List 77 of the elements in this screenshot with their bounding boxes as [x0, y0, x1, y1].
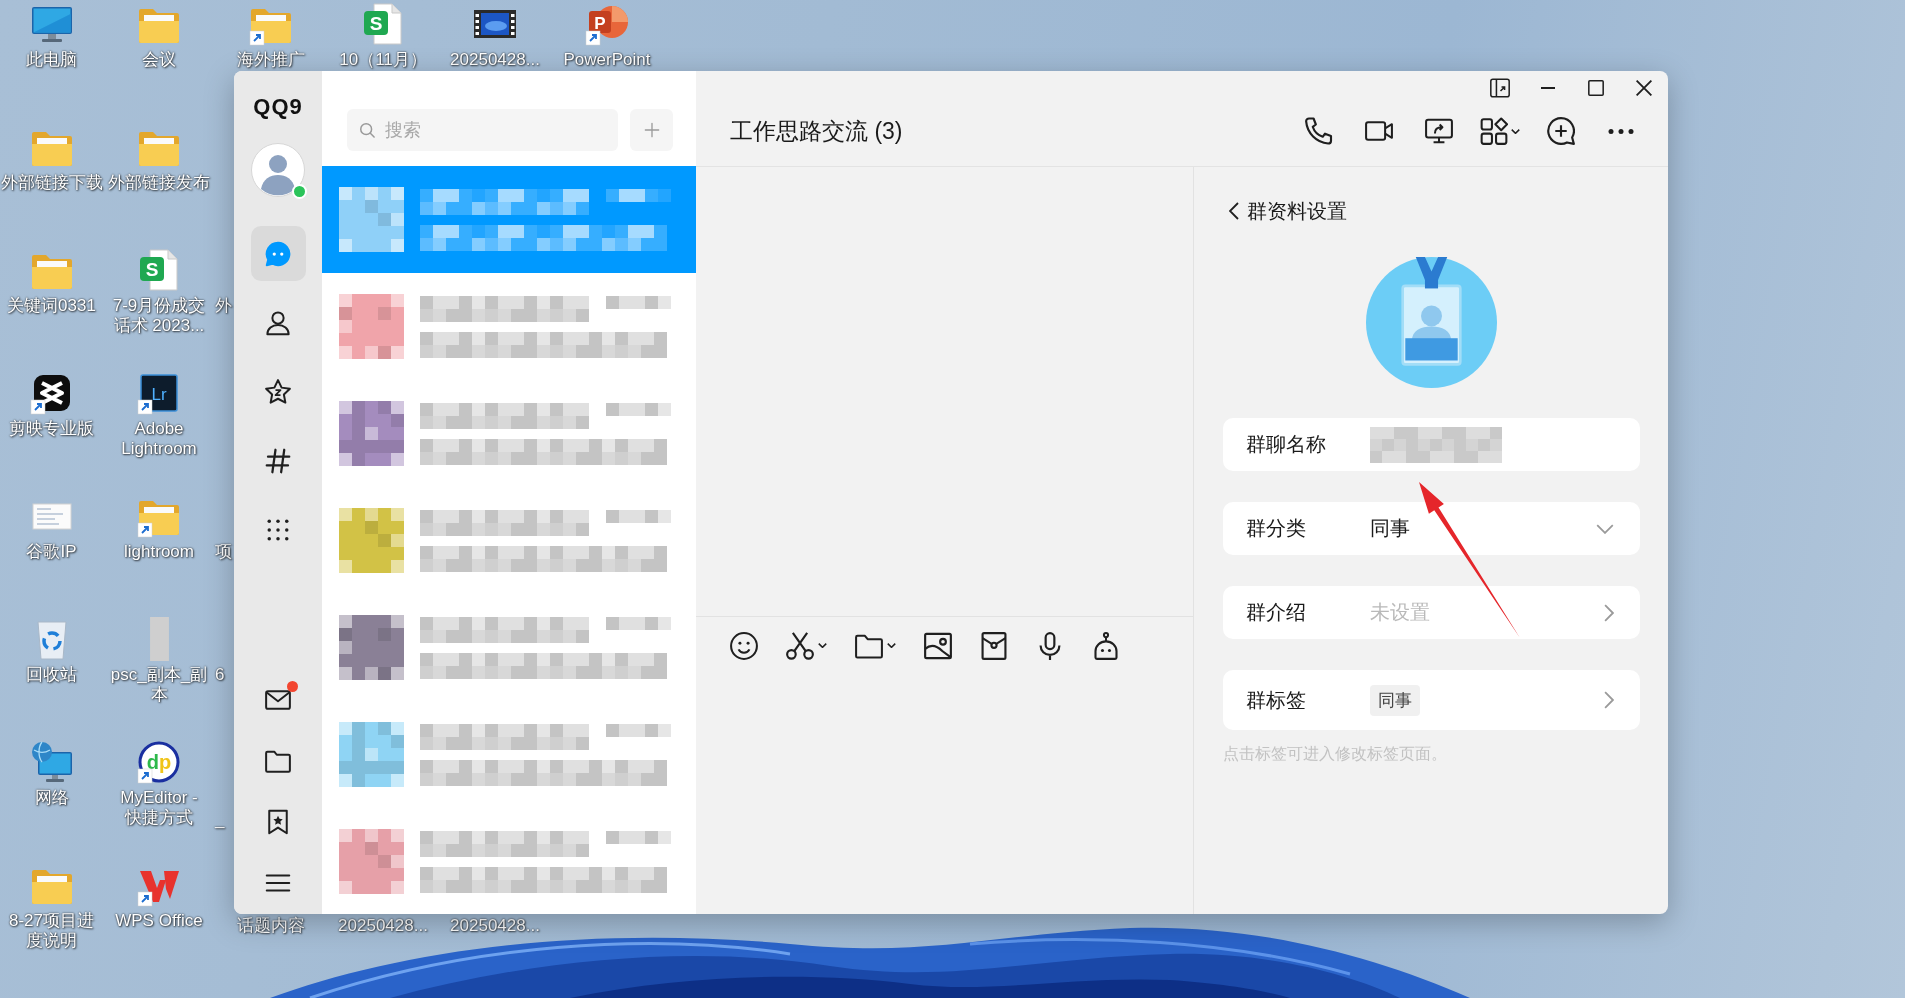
app-logo-icon[interactable]: Lr — [137, 371, 181, 415]
desktop-icon-label[interactable]: 此电脑 — [26, 50, 77, 70]
chevron-right-icon — [1604, 603, 1614, 622]
settings-row[interactable]: 群标签 同事 — [1223, 670, 1640, 730]
close-icon — [1636, 80, 1652, 96]
desktop-icon-label[interactable]: 项 — [215, 542, 232, 562]
pixelated-text — [606, 723, 671, 737]
desktop-icon-label[interactable]: 10（11月） — [339, 50, 427, 70]
add-chat-icon — [1547, 117, 1575, 145]
network-icon[interactable] — [29, 740, 74, 784]
settings-row-label: 群标签 — [1246, 687, 1307, 713]
screen-share-icon — [1425, 117, 1453, 145]
tag-chip[interactable]: 同事 — [1370, 684, 1420, 716]
desktop-icon-label[interactable]: 7-9月份成交 话术 2023... — [112, 296, 206, 336]
desktop-icon-label[interactable]: PowerPoint — [563, 50, 651, 70]
pixelated-text — [606, 402, 671, 416]
microphone-icon — [1036, 631, 1064, 660]
desktop-icon-label[interactable]: 6 — [215, 665, 225, 685]
user-avatar[interactable] — [251, 143, 305, 197]
pixelated-text — [606, 188, 671, 202]
desktop-icon-label[interactable]: 外 — [215, 296, 232, 316]
desktop-icon-label[interactable]: psc_副本_副 本 — [110, 665, 208, 705]
caret-icon — [1511, 128, 1520, 134]
pixelated-text — [606, 295, 671, 309]
money-envelope-icon — [980, 631, 1008, 660]
apps-grid-icon — [1480, 117, 1508, 145]
maximize-icon — [1588, 80, 1604, 96]
settings-row[interactable]: 群介绍 未设置 — [1223, 586, 1640, 639]
desktop-icon-label[interactable]: 20250428... — [338, 916, 428, 936]
app-logo-icon[interactable]: dp — [137, 740, 181, 784]
desktop-icon-label[interactable]: 外部链接下载 — [0, 173, 103, 193]
settings-row[interactable]: 群聊名称 — [1223, 418, 1640, 471]
desktop-icon-label[interactable]: 话题内容 — [237, 916, 305, 936]
desktop-icon-label[interactable]: _ — [215, 810, 225, 830]
desktop-icon-label[interactable]: 20250428... — [450, 916, 540, 936]
desktop-icon-label[interactable]: lightroom — [124, 542, 194, 562]
caret-icon — [818, 643, 827, 648]
desktop-icon-label[interactable]: 8-27项目进 度说明 — [9, 911, 94, 951]
search-icon — [357, 120, 377, 140]
scissors-icon — [786, 631, 814, 660]
settings-row-label: 群分类 — [1246, 516, 1307, 541]
pixelated-text — [606, 509, 671, 523]
search-field[interactable]: 搜索 — [347, 109, 618, 151]
more-icon — [1608, 128, 1634, 134]
chevron-left-icon — [1229, 202, 1239, 220]
minimize-icon — [1540, 87, 1556, 89]
desktop-icon-label[interactable]: 回收站 — [26, 665, 77, 685]
chat-title: 工作思路交流 (3) — [730, 116, 903, 146]
desktop-icon-label[interactable]: WPS Office — [115, 911, 203, 931]
back-button[interactable]: 群资料设置 — [1229, 198, 1347, 224]
desktop-icon-label[interactable]: 20250428... — [450, 50, 540, 70]
caret-icon — [887, 643, 896, 648]
desktop-icon-label[interactable]: 外部链接发布 — [108, 173, 210, 193]
pixelated-text — [606, 616, 671, 630]
settings-row-label: 群聊名称 — [1246, 432, 1327, 457]
desktop-icon-label[interactable]: 关键词0331 — [7, 296, 96, 316]
smiley-icon — [730, 631, 758, 660]
star-icon — [263, 376, 293, 407]
pixelated-text — [606, 830, 671, 844]
desktop-icon-label[interactable]: Adobe Lightroom — [121, 419, 197, 459]
app-logo: QQ9 — [253, 93, 303, 121]
chevron-right-icon — [1604, 691, 1614, 709]
desktop-icon-label[interactable]: 剪映专业版 — [9, 419, 94, 439]
desktop-icon-label[interactable]: MyEditor - 快捷方式 — [120, 788, 198, 828]
settings-row[interactable]: 群分类 同事 — [1223, 502, 1640, 555]
phone-icon — [1305, 117, 1333, 145]
desktop-icon-label[interactable]: 网络 — [34, 788, 69, 808]
image-icon — [924, 631, 952, 660]
chevron-down-icon — [1596, 523, 1614, 534]
robot-icon — [1092, 631, 1120, 660]
desktop-icon-label[interactable]: 海外推广 — [237, 50, 305, 70]
settings-row-label: 群介绍 — [1246, 600, 1307, 625]
id-badge-icon[interactable] — [1366, 257, 1497, 388]
desktop-icon-label[interactable]: 会议 — [142, 50, 176, 70]
settings-row-value: 未设置 — [1370, 600, 1430, 625]
settings-row-value: 同事 — [1370, 516, 1410, 541]
desktop-icon-label[interactable]: 谷歌IP — [26, 542, 77, 562]
